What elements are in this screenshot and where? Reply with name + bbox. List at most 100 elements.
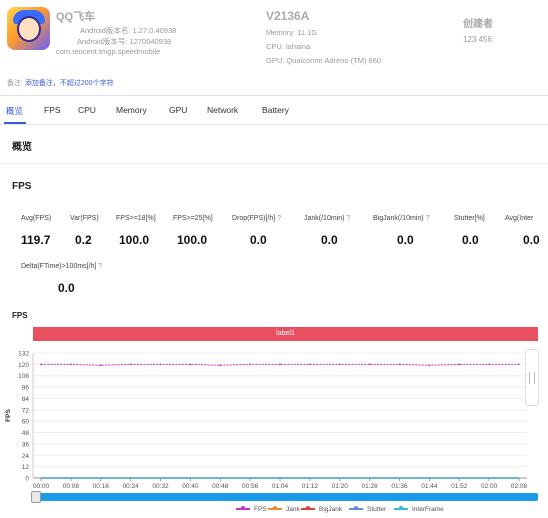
data-point-jank xyxy=(398,477,401,479)
y-tick-label: 36 xyxy=(22,441,30,448)
tabs-divider xyxy=(0,124,548,125)
data-point-interframe xyxy=(219,477,221,479)
data-point-stutter xyxy=(40,477,42,479)
data-point-interframe xyxy=(159,477,162,479)
x-tick-label: 00:08 xyxy=(63,483,80,490)
data-point-bigjank xyxy=(518,477,520,479)
metric-label: FPS>=25[%] xyxy=(173,215,213,222)
data-point-jank xyxy=(40,477,42,479)
data-point-fps xyxy=(249,363,252,366)
add-note-link[interactable]: 添加备注，不超过200个字符 xyxy=(25,80,114,87)
tab-bar: 概览 FPS CPU Memory GPU Network Battery xyxy=(0,97,548,123)
y-tick-label: 132 xyxy=(18,351,29,358)
y-tick-label: 84 xyxy=(22,396,30,403)
help-icon[interactable]: ? xyxy=(98,263,102,270)
x-tick-label: 00:40 xyxy=(182,483,199,490)
label-bar[interactable]: label1 xyxy=(33,327,538,341)
data-point-bigjank xyxy=(279,477,281,479)
legend-stutter[interactable]: Stutter xyxy=(349,506,386,513)
help-icon[interactable]: ? xyxy=(426,215,430,222)
metric-jank: Jank(/10min)? 0.0 xyxy=(304,215,350,247)
data-point-bigjank xyxy=(339,477,341,479)
x-tick-label: 01:20 xyxy=(332,483,349,490)
creator-value: 123 456 xyxy=(463,35,492,44)
legend-bigjank[interactable]: BigJank xyxy=(301,506,342,513)
y-tick-label: 96 xyxy=(22,385,30,392)
y-axis-label: FPS xyxy=(5,409,12,422)
data-point-interframe xyxy=(398,477,401,479)
slider-handle[interactable] xyxy=(31,491,41,503)
data-point-stutter xyxy=(428,477,430,479)
data-point-bigjank xyxy=(398,477,401,479)
time-range-slider[interactable] xyxy=(33,493,538,501)
tab-gpu[interactable]: GPU xyxy=(169,105,187,115)
data-point-jank xyxy=(279,477,281,479)
metric-label: Var(FPS) xyxy=(70,215,99,222)
tab-memory[interactable]: Memory xyxy=(116,105,147,115)
legend-fps[interactable]: FPS xyxy=(236,506,267,513)
data-point-jank xyxy=(100,477,102,479)
data-point-stutter xyxy=(279,477,281,479)
app-version-name: Android版本名: 1.27.0.40938 xyxy=(80,26,177,35)
data-point-stutter xyxy=(518,477,520,479)
data-point-jank xyxy=(458,477,460,479)
data-point-stutter xyxy=(219,477,221,479)
metric-stutter: Stutter[%] 0.0 xyxy=(454,215,485,247)
data-point-bigjank xyxy=(189,477,191,479)
tab-network[interactable]: Network xyxy=(207,105,238,115)
y-tick-label: 0 xyxy=(25,476,29,483)
y-tick-label: 120 xyxy=(18,362,29,369)
data-point-bigjank xyxy=(369,477,371,479)
section-divider xyxy=(0,163,548,164)
data-point-fps xyxy=(488,363,491,366)
legend-interframe[interactable]: InterFrame xyxy=(394,506,444,513)
note-row: 备注: 添加备注，不超过200个字符 xyxy=(7,78,114,88)
metric-bigjank: BigJank(/10min)? 0.0 xyxy=(373,215,429,247)
x-tick-label: 01:52 xyxy=(451,483,468,490)
data-point-stutter xyxy=(339,477,341,479)
data-point-stutter xyxy=(100,477,102,479)
app-icon xyxy=(7,7,50,50)
data-point-stutter xyxy=(458,477,460,479)
data-point-fps xyxy=(40,363,42,366)
data-point-interframe xyxy=(130,477,132,479)
data-point-stutter xyxy=(130,477,132,479)
tab-fps[interactable]: FPS xyxy=(44,105,61,115)
metric-label: Drop(FPS)[/h] xyxy=(232,215,276,222)
data-point-stutter xyxy=(488,477,490,479)
x-tick-label: 00:24 xyxy=(122,483,139,490)
metric-fps-ge-18: FPS>=18[%] 100.0 xyxy=(116,215,156,247)
help-icon[interactable]: ? xyxy=(346,215,350,222)
metric-drop-fps: Drop(FPS)[/h]? 0.0 xyxy=(232,215,281,247)
data-point-stutter xyxy=(249,477,251,479)
metric-label: Stutter[%] xyxy=(454,215,485,222)
metric-value: 0.0 xyxy=(523,233,540,247)
data-point-interframe xyxy=(249,477,251,479)
metric-label: Delta(FTime)>100ms[/h] xyxy=(21,263,97,270)
device-memory: Memory: 11.1G xyxy=(266,28,318,37)
app-version-code: Android版本号: 1270040938 xyxy=(77,37,172,46)
x-tick-label: 01:36 xyxy=(391,483,408,490)
metric-value: 100.0 xyxy=(119,233,150,247)
tab-overview[interactable]: 概览 xyxy=(6,105,23,117)
data-point-fps xyxy=(159,363,162,366)
tab-cpu[interactable]: CPU xyxy=(78,105,96,115)
app-name: QQ飞车 xyxy=(56,11,96,23)
metric-label: Avg(Inter xyxy=(505,215,534,222)
data-point-bigjank xyxy=(458,477,460,479)
metric-value: 119.7 xyxy=(21,233,51,247)
side-panel-handle[interactable] xyxy=(525,349,539,406)
tab-battery[interactable]: Battery xyxy=(262,105,289,115)
data-point-interframe xyxy=(309,477,311,479)
x-tick-label: 01:44 xyxy=(421,483,438,490)
metric-label: Jank(/10min) xyxy=(304,215,345,222)
data-point-stutter xyxy=(189,477,191,479)
data-point-jank xyxy=(219,477,221,479)
x-tick-label: 01:12 xyxy=(302,483,319,490)
metric-value: 0.2 xyxy=(75,233,92,247)
x-tick-label: 00:48 xyxy=(212,483,229,490)
data-point-bigjank xyxy=(428,477,430,479)
legend-jank[interactable]: Jank xyxy=(268,506,300,513)
help-icon[interactable]: ? xyxy=(277,215,281,222)
x-tick-label: 00:32 xyxy=(152,483,169,490)
